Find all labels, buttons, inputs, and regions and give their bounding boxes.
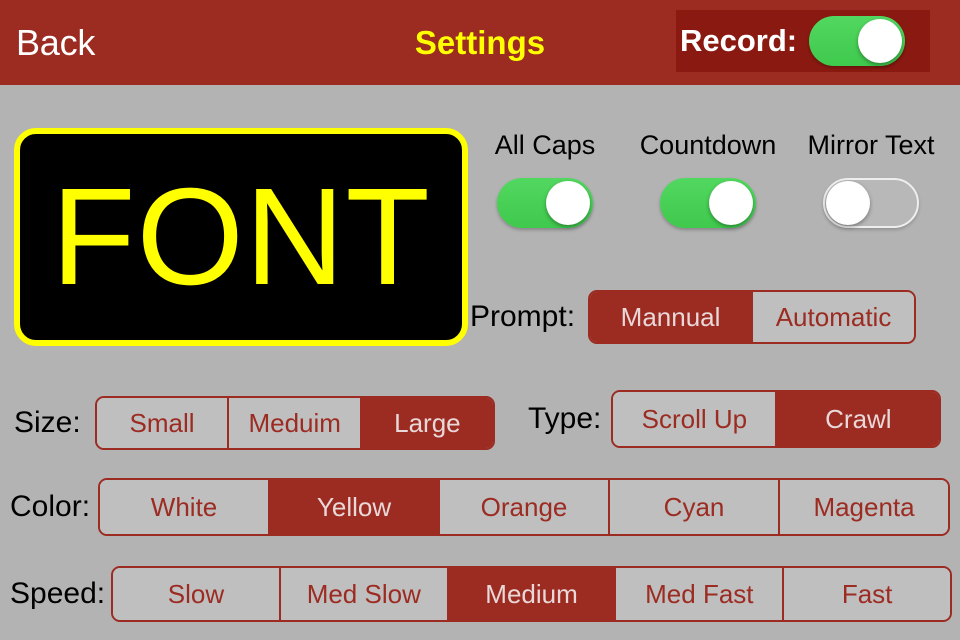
page-title-label: Settings xyxy=(414,23,546,61)
color-option-orange[interactable]: Orange xyxy=(438,480,609,534)
all-caps-setting: All Caps xyxy=(470,130,620,228)
mirror-text-setting: Mirror Text xyxy=(796,130,946,228)
color-option-cyan[interactable]: Cyan xyxy=(608,480,779,534)
color-option-yellow[interactable]: Yellow xyxy=(268,480,439,534)
size-row: Size: Small Meduim Large xyxy=(14,396,506,450)
size-label: Size: xyxy=(14,406,81,439)
toggle-group: All Caps Countdown Mirror Text xyxy=(470,130,946,228)
mirror-text-label: Mirror Text xyxy=(807,130,935,160)
record-toggle[interactable] xyxy=(809,16,906,66)
countdown-label: Countdown xyxy=(639,130,777,160)
color-segmented-control[interactable]: White Yellow Orange Cyan Magenta xyxy=(98,478,951,536)
navigation-bar: Back Settings Record: xyxy=(0,0,960,85)
color-row: Color: White Yellow Orange Cyan Magenta xyxy=(10,478,952,536)
record-toggle-knob xyxy=(858,19,903,63)
speed-label: Speed: xyxy=(10,577,106,610)
color-option-white[interactable]: White xyxy=(100,480,269,534)
size-option-small[interactable]: Small xyxy=(96,398,228,448)
countdown-toggle-knob xyxy=(709,181,753,225)
type-segmented-control[interactable]: Scroll Up Crawl xyxy=(611,390,942,448)
prompt-option-mannual[interactable]: Mannual xyxy=(590,292,752,342)
speed-option-med-fast[interactable]: Med Fast xyxy=(614,568,783,620)
type-row: Type: Scroll Up Crawl xyxy=(528,390,948,448)
record-control: Record: xyxy=(676,10,930,72)
settings-screen: Back Settings Record: FONT All Caps Coun… xyxy=(0,0,960,640)
speed-segmented-control[interactable]: Slow Med Slow Medium Med Fast Fast xyxy=(111,566,952,622)
speed-option-med-slow[interactable]: Med Slow xyxy=(278,568,447,620)
speed-option-medium[interactable]: Medium xyxy=(446,568,615,620)
all-caps-toggle[interactable] xyxy=(497,178,593,228)
speed-option-slow[interactable]: Slow xyxy=(113,568,279,620)
record-label: Record: xyxy=(680,23,798,58)
speed-row: Speed: Slow Med Slow Medium Med Fast Fas… xyxy=(10,566,952,622)
type-option-scroll-up[interactable]: Scroll Up xyxy=(613,392,776,446)
font-preview[interactable]: FONT xyxy=(14,128,468,346)
size-option-meduim[interactable]: Meduim xyxy=(227,398,361,448)
mirror-text-toggle[interactable] xyxy=(823,178,919,228)
speed-option-fast[interactable]: Fast xyxy=(782,568,950,620)
color-option-magenta[interactable]: Magenta xyxy=(778,480,949,534)
size-option-large[interactable]: Large xyxy=(360,398,493,448)
font-preview-text: FONT xyxy=(51,160,431,314)
prompt-option-automatic[interactable]: Automatic xyxy=(751,292,915,342)
prompt-row: Prompt: Mannual Automatic xyxy=(470,290,940,344)
prompt-label: Prompt: xyxy=(470,300,576,333)
all-caps-toggle-knob xyxy=(546,181,590,225)
type-label: Type: xyxy=(528,402,602,435)
type-option-crawl[interactable]: Crawl xyxy=(775,392,940,446)
countdown-toggle[interactable] xyxy=(660,178,756,228)
color-label: Color: xyxy=(10,490,91,523)
all-caps-label: All Caps xyxy=(494,130,596,160)
mirror-text-toggle-knob xyxy=(826,181,870,225)
size-segmented-control[interactable]: Small Meduim Large xyxy=(94,396,495,450)
countdown-setting: Countdown xyxy=(633,130,783,228)
prompt-segmented-control[interactable]: Mannual Automatic xyxy=(588,290,917,344)
